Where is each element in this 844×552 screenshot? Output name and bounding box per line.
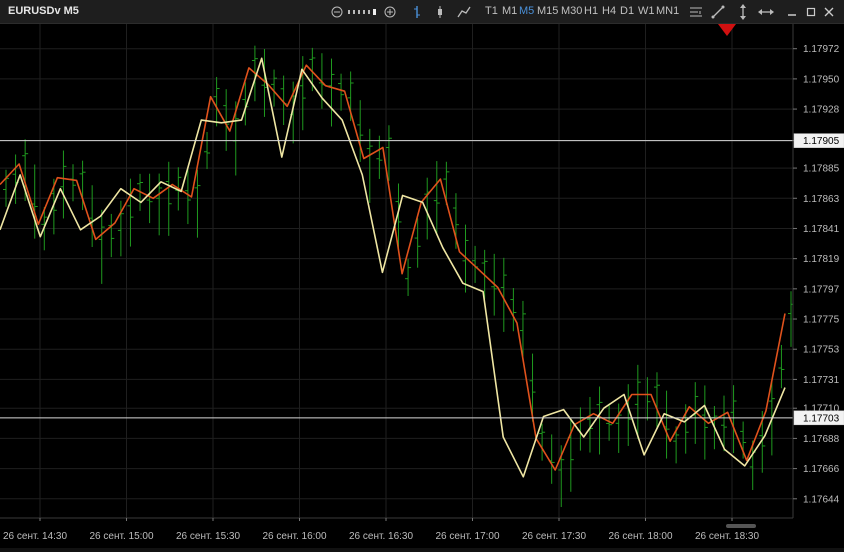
- indicators-icon[interactable]: [687, 0, 705, 24]
- price-tick-label: 1.17688: [803, 434, 840, 445]
- timeframe-m30[interactable]: M30: [561, 5, 582, 17]
- scale-slider[interactable]: [347, 0, 379, 24]
- timeframe-m5[interactable]: M5: [519, 5, 534, 17]
- time-tick-label: 26 сент. 15:30: [176, 531, 240, 542]
- indicator-line-1: [0, 64, 786, 471]
- price-tick-label: 1.17666: [803, 464, 840, 475]
- time-tick-label: 26 сент. 17:00: [436, 531, 500, 542]
- price-tick-label: 1.17775: [803, 315, 840, 326]
- time-tick-label: 26 сент. 18:30: [695, 531, 759, 542]
- timeframe-d1[interactable]: D1: [620, 5, 634, 17]
- window-title: EURUSDv M5: [8, 5, 79, 17]
- price-tick-label: 1.17797: [803, 284, 840, 295]
- timeframe-m15[interactable]: M15: [537, 5, 558, 17]
- timeframe-w1[interactable]: W1: [638, 5, 655, 17]
- indicator-line-2: [0, 57, 786, 478]
- minimize-icon[interactable]: [785, 0, 799, 24]
- time-tick-label: 26 сент. 17:30: [522, 531, 586, 542]
- vertical-line-icon[interactable]: [735, 0, 751, 24]
- bar-chart-icon[interactable]: [410, 0, 424, 24]
- time-tick-label: 26 сент. 16:00: [263, 531, 327, 542]
- horizontal-line-icon[interactable]: [757, 0, 775, 24]
- time-axis: 26 сент. 14:30 26 сент. 15:00 26 сент. 15:…: [0, 517, 844, 548]
- timeframe-m1[interactable]: M1: [502, 5, 517, 17]
- timeframe-mn1[interactable]: MN1: [656, 5, 679, 17]
- zoom-out-icon[interactable]: [330, 0, 344, 24]
- price-tick-label: 1.17972: [803, 44, 840, 55]
- time-tick-label: 26 сент. 15:00: [90, 531, 154, 542]
- horizontal-scrollbar[interactable]: [726, 524, 756, 528]
- time-tick-label: 26 сент. 16:30: [349, 531, 413, 542]
- price-tag-label: 1.17703: [803, 413, 840, 424]
- timeframe-h4[interactable]: H4: [602, 5, 616, 17]
- price-bars: [3, 45, 794, 508]
- time-tick-label: 26 сент. 14:30: [3, 531, 67, 542]
- current-bar-marker: [718, 24, 736, 36]
- line-chart-icon[interactable]: [456, 0, 472, 24]
- maximize-icon[interactable]: [804, 0, 818, 24]
- price-tick-label: 1.17819: [803, 254, 840, 265]
- time-tick-label: 26 сент. 18:00: [609, 531, 673, 542]
- price-tick-label: 1.17863: [803, 194, 840, 205]
- close-icon[interactable]: [822, 0, 836, 24]
- candlestick-icon[interactable]: [433, 0, 447, 24]
- zoom-in-icon[interactable]: [383, 0, 397, 24]
- price-chart[interactable]: 1.17972 1.17950 1.17928 1.17905 1.17885 1.178…: [0, 24, 844, 548]
- price-tag-label: 1.17905: [803, 136, 840, 147]
- timeframe-t1[interactable]: T1: [485, 5, 498, 17]
- chart-grid: [0, 24, 793, 518]
- price-tick-label: 1.17753: [803, 345, 840, 356]
- price-tick-label: 1.17731: [803, 375, 840, 386]
- indicator-lines: [0, 57, 786, 478]
- price-tick-label: 1.17928: [803, 105, 840, 116]
- price-tick-label: 1.17841: [803, 224, 840, 235]
- price-axis-bg: [793, 24, 844, 524]
- price-tick-label: 1.17644: [803, 494, 840, 505]
- price-axis: 1.17972 1.17950 1.17928 1.17905 1.17885 1.178…: [792, 24, 844, 524]
- bottom-border: [0, 548, 844, 552]
- draw-trendline-icon[interactable]: [710, 0, 726, 24]
- price-tick-label: 1.17950: [803, 74, 840, 85]
- horizontal-price-lines[interactable]: [0, 140, 793, 419]
- timeframe-h1[interactable]: H1: [584, 5, 598, 17]
- price-tick-label: 1.17885: [803, 164, 840, 175]
- chart-toolbar: EURUSDv M5 T1 M1 M5 M15 M30 H1 H4 D1 W1 …: [0, 0, 844, 24]
